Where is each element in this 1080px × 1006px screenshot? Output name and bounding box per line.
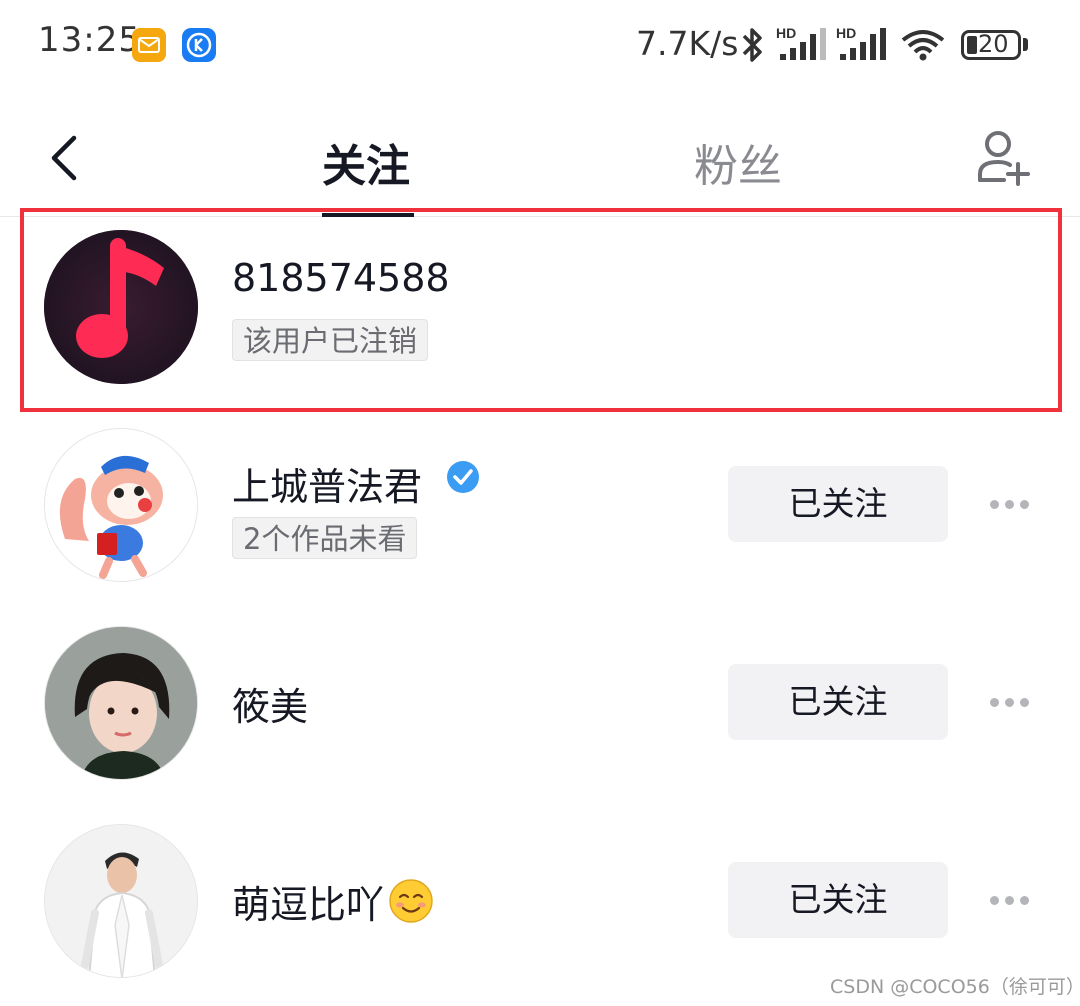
avatar[interactable] xyxy=(44,428,198,582)
signal-badge-1: HD xyxy=(776,26,796,41)
following-button[interactable]: 已关注 xyxy=(728,664,948,740)
add-user-icon xyxy=(978,131,1030,186)
more-icon[interactable] xyxy=(988,896,1032,908)
k-app-icon xyxy=(182,28,216,62)
highlight-box xyxy=(20,208,1062,412)
add-friend-button[interactable] xyxy=(972,126,1036,190)
status-bar: 13:25 7.7K/s HD HD 20 xyxy=(0,0,1080,92)
tab-fans[interactable]: 粉丝 xyxy=(694,130,782,194)
avatar[interactable] xyxy=(44,824,198,978)
unwatched-works-tag: 2个作品未看 xyxy=(232,517,418,559)
list-item[interactable]: 上城普法君 2个作品未看 已关注 xyxy=(0,410,1080,608)
smiling-face-icon xyxy=(389,879,433,923)
list-item[interactable]: 筱美 已关注 xyxy=(0,608,1080,806)
network-speed: 7.7K/s xyxy=(636,24,739,63)
signal-icon-2: HD xyxy=(836,26,886,60)
username: 上城普法君 xyxy=(232,465,423,509)
battery-cap xyxy=(1023,38,1028,51)
back-button[interactable] xyxy=(36,128,96,188)
bluetooth-icon xyxy=(742,28,762,62)
tab-following[interactable]: 关注 xyxy=(322,130,410,194)
username: 萌逗比吖 xyxy=(232,874,434,929)
username: 筱美 xyxy=(232,685,309,729)
squirrel-mascot-image xyxy=(45,429,197,581)
battery-level: 20 xyxy=(978,30,1009,58)
profile-photo xyxy=(45,825,197,977)
watermark: CSDN @COCO56（徐可可） xyxy=(830,976,1080,998)
mail-icon xyxy=(132,28,166,62)
following-button[interactable]: 已关注 xyxy=(728,862,948,938)
verified-icon xyxy=(447,461,479,493)
more-icon[interactable] xyxy=(988,698,1032,710)
more-icon[interactable] xyxy=(988,500,1032,512)
avatar[interactable] xyxy=(44,626,198,780)
following-button[interactable]: 已关注 xyxy=(728,466,948,542)
profile-photo xyxy=(45,627,197,779)
wifi-icon xyxy=(901,30,945,61)
chevron-left-icon xyxy=(51,135,77,181)
top-nav-bar: 关注 粉丝 xyxy=(0,92,1080,217)
username-text: 萌逗比吖 xyxy=(232,883,385,927)
signal-badge-2: HD xyxy=(836,26,856,41)
signal-icon: HD xyxy=(776,26,826,60)
status-time: 13:25 xyxy=(38,20,141,60)
battery-icon: 20 xyxy=(961,30,1021,60)
